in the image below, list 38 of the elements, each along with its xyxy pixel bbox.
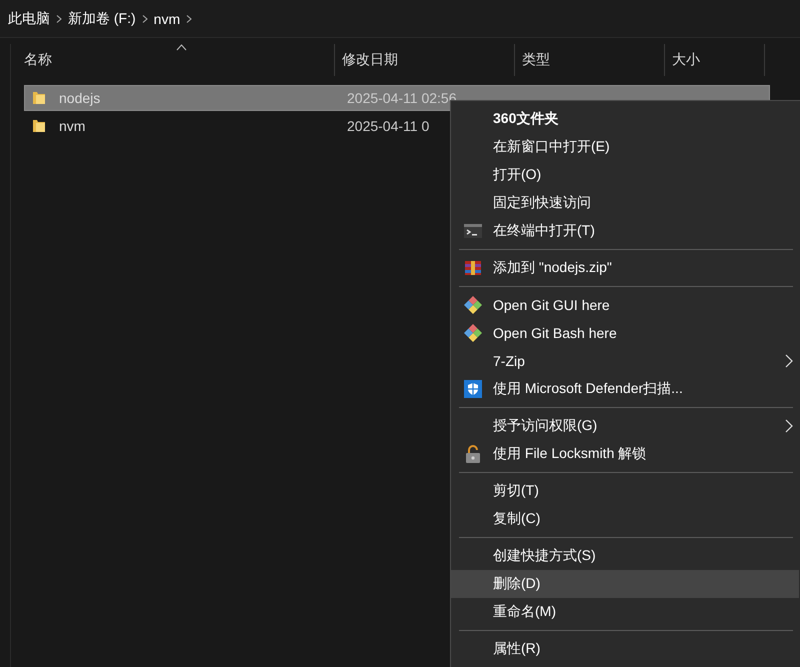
chevron-icon <box>56 14 62 22</box>
terminal-icon <box>463 221 483 241</box>
breadcrumb-item[interactable]: 此电脑 <box>8 10 50 28</box>
archive-icon <box>463 258 483 278</box>
menu-item[interactable]: 使用 Microsoft Defender扫描... <box>451 375 799 403</box>
chevron-icon <box>142 14 148 22</box>
menu-item[interactable]: 7-Zip <box>451 347 799 375</box>
diamond-icon <box>463 295 483 315</box>
file-name: nodejs <box>59 90 100 106</box>
menu-item[interactable]: 在终端中打开(T) <box>451 217 799 245</box>
folder-icon <box>31 118 47 134</box>
menu-item[interactable]: 创建快捷方式(S) <box>451 542 799 570</box>
chevron-icon <box>186 14 192 22</box>
menu-item[interactable]: 剪切(T) <box>451 477 799 505</box>
file-name: nvm <box>59 118 86 134</box>
modified-date: 2025-04-11 0 <box>347 118 430 134</box>
menu-item[interactable]: 重命名(M) <box>451 598 799 626</box>
column-header[interactable]: 名称 <box>17 44 335 76</box>
menu-item[interactable]: 在新窗口中打开(E) <box>451 133 799 161</box>
padlock-icon <box>463 444 483 464</box>
menu-item[interactable]: 添加到 "nodejs.zip" <box>451 254 799 282</box>
menu-item[interactable]: Open Git GUI here <box>451 291 799 319</box>
diamond-icon <box>463 323 483 343</box>
menu-item[interactable]: 打开(O) <box>451 161 799 189</box>
menu-item[interactable]: 固定到快速访问 <box>451 189 799 217</box>
column-header[interactable]: 修改日期 <box>335 44 515 76</box>
menu-item[interactable]: 复制(C) <box>451 505 799 533</box>
folder-icon <box>31 90 47 106</box>
menu-item[interactable]: 属性(R) <box>451 635 799 663</box>
menu-item[interactable]: 删除(D) <box>451 570 799 598</box>
column-header[interactable]: 类型 <box>515 44 665 76</box>
breadcrumb-item[interactable]: 新加卷 (F:) <box>68 10 136 28</box>
menu-item[interactable]: Open Git Bash here <box>451 319 799 347</box>
shield-icon <box>463 379 483 399</box>
menu-item[interactable]: 使用 File Locksmith 解锁 <box>451 440 799 468</box>
breadcrumb-item[interactable]: nvm <box>154 10 180 26</box>
column-header[interactable]: 大小 <box>665 44 765 76</box>
menu-item[interactable]: 授予访问权限(G) <box>451 412 799 440</box>
